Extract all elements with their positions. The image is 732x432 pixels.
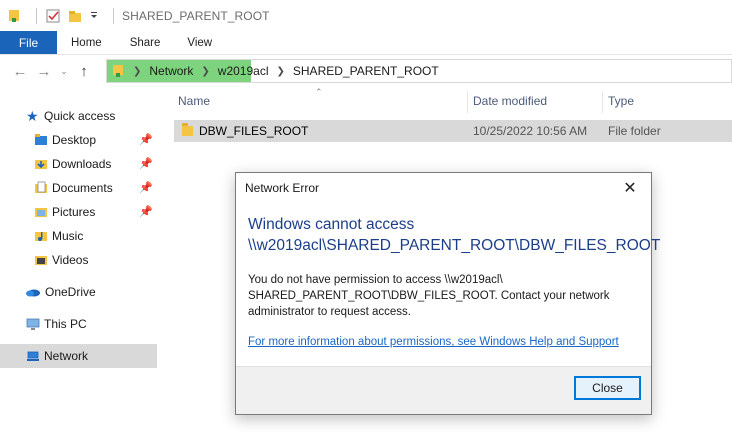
nav-item-this-pc[interactable]: This PC (0, 312, 157, 336)
computer-icon (26, 317, 40, 331)
navigation-pane: ★ Quick access Desktop 📌 Downloads 📌 Doc… (0, 87, 157, 432)
nav-item-quick-access[interactable]: ★ Quick access (0, 104, 157, 128)
breadcrumb-chevron-icon[interactable]: ❯ (201, 66, 209, 77)
pin-icon[interactable]: 📌 (139, 181, 153, 194)
toolbar-separator (36, 7, 37, 24)
quick-access-toolbar: SHARED_PARENT_ROOT (6, 7, 270, 24)
nav-item-videos[interactable]: Videos (0, 248, 157, 272)
file-date-modified: 10/25/2022 10:56 AM (473, 124, 588, 138)
new-folder-icon[interactable] (67, 8, 83, 24)
nav-item-label: Videos (52, 253, 89, 267)
recent-locations-chevron-icon[interactable]: ⌄ (56, 59, 72, 83)
properties-icon[interactable] (45, 8, 61, 24)
nav-item-label: OneDrive (45, 285, 96, 299)
network-location-icon (111, 64, 125, 78)
dialog-message-line: You do not have permission to access \\w… (248, 274, 503, 286)
up-arrow-icon[interactable]: ↑ (72, 59, 96, 83)
forward-arrow-icon[interactable]: → (32, 59, 56, 83)
nav-item-downloads[interactable]: Downloads 📌 (0, 152, 157, 176)
downloads-folder-icon (34, 157, 48, 171)
network-icon (26, 349, 40, 363)
dialog-message-line: SHARED_PARENT_ROOT\DBW_FILES_ROOT. Conta… (248, 290, 610, 302)
breadcrumb-chevron-icon[interactable]: ❯ (133, 66, 141, 77)
nav-item-label: This PC (44, 317, 87, 331)
dialog-heading-line: Windows cannot access (248, 216, 415, 233)
documents-folder-icon (34, 181, 48, 195)
dialog-title: Network Error (245, 181, 320, 195)
customize-toolbar-dropdown-icon[interactable] (89, 8, 99, 24)
column-header-name[interactable]: Name (178, 94, 210, 108)
tab-share[interactable]: Share (118, 31, 176, 54)
nav-item-label: Downloads (52, 157, 112, 171)
breadcrumb: ❯ Network ❯ w2019acl ❯ SHARED_PARENT_ROO… (107, 60, 439, 82)
pictures-folder-icon (34, 205, 48, 219)
pin-icon[interactable]: 📌 (139, 157, 153, 170)
videos-folder-icon (34, 253, 48, 267)
navigation-bar: ← → ⌄ ↑ ❯ Network ❯ w2019acl ❯ SHARED_PA… (0, 56, 732, 87)
tab-file[interactable]: File (0, 31, 57, 54)
dialog-message-line: administrator to request access. (248, 306, 411, 318)
nav-item-label: Music (52, 229, 84, 243)
window-title: SHARED_PARENT_ROOT (122, 8, 270, 23)
column-divider[interactable] (602, 91, 603, 113)
nav-item-label: Desktop (52, 133, 97, 147)
file-name: DBW_FILES_ROOT (199, 124, 309, 138)
dialog-heading-path: \\w2019acl\SHARED_PARENT_ROOT\DBW_FILES_… (248, 237, 661, 254)
breadcrumb-chevron-icon[interactable]: ❯ (277, 66, 285, 77)
file-row[interactable]: DBW_FILES_ROOT 10/25/2022 10:56 AM File … (174, 120, 732, 142)
dialog-heading: Windows cannot access \\w2019acl\SHARED_… (248, 214, 661, 256)
nav-item-label: Network (44, 349, 89, 363)
title-bar: SHARED_PARENT_ROOT (0, 0, 732, 31)
crumb-shared-parent-root[interactable]: SHARED_PARENT_ROOT (293, 64, 439, 78)
column-header-date-modified[interactable]: Date modified (473, 94, 547, 108)
nav-item-desktop[interactable]: Desktop 📌 (0, 128, 157, 152)
tab-view[interactable]: View (175, 31, 232, 54)
column-divider[interactable] (467, 91, 468, 113)
nav-item-music[interactable]: Music (0, 224, 157, 248)
onedrive-cloud-icon (25, 285, 41, 299)
close-button[interactable]: Close (574, 376, 641, 400)
nav-item-label: Pictures (52, 205, 96, 219)
folder-icon (182, 123, 193, 139)
nav-item-network[interactable]: Network (0, 344, 157, 368)
nav-item-onedrive[interactable]: OneDrive (0, 280, 157, 304)
back-arrow-icon[interactable]: ← (8, 59, 32, 83)
toolbar-separator (113, 7, 114, 24)
desktop-folder-icon (34, 133, 48, 147)
dialog-message: You do not have permission to access \\w… (248, 272, 643, 320)
column-headers: ⌃ Name Date modified Type (157, 87, 732, 115)
dialog-footer: Close (236, 366, 651, 414)
explorer-app-icon (6, 8, 22, 24)
network-error-dialog: Network Error ✕ Windows cannot access \\… (235, 172, 661, 415)
nav-item-label: Quick access (44, 109, 116, 123)
crumb-w2019acl[interactable]: w2019acl (218, 64, 269, 78)
address-bar[interactable]: ❯ Network ❯ w2019acl ❯ SHARED_PARENT_ROO… (106, 59, 732, 83)
file-type: File folder (608, 124, 661, 138)
nav-item-documents[interactable]: Documents 📌 (0, 176, 157, 200)
tab-home[interactable]: Home (57, 31, 118, 54)
ribbon-tabs: File Home Share View (0, 31, 732, 55)
help-link[interactable]: For more information about permissions, … (248, 336, 619, 348)
crumb-network[interactable]: Network (149, 64, 193, 78)
sort-ascending-chevron-icon: ⌃ (315, 87, 323, 97)
pin-icon[interactable]: 📌 (139, 133, 153, 146)
star-icon: ★ (26, 108, 39, 124)
music-folder-icon (34, 229, 48, 243)
pin-icon[interactable]: 📌 (139, 205, 153, 218)
column-header-type[interactable]: Type (608, 94, 634, 108)
nav-item-pictures[interactable]: Pictures 📌 (0, 200, 157, 224)
close-icon[interactable]: ✕ (615, 175, 645, 201)
nav-item-label: Documents (52, 181, 113, 195)
